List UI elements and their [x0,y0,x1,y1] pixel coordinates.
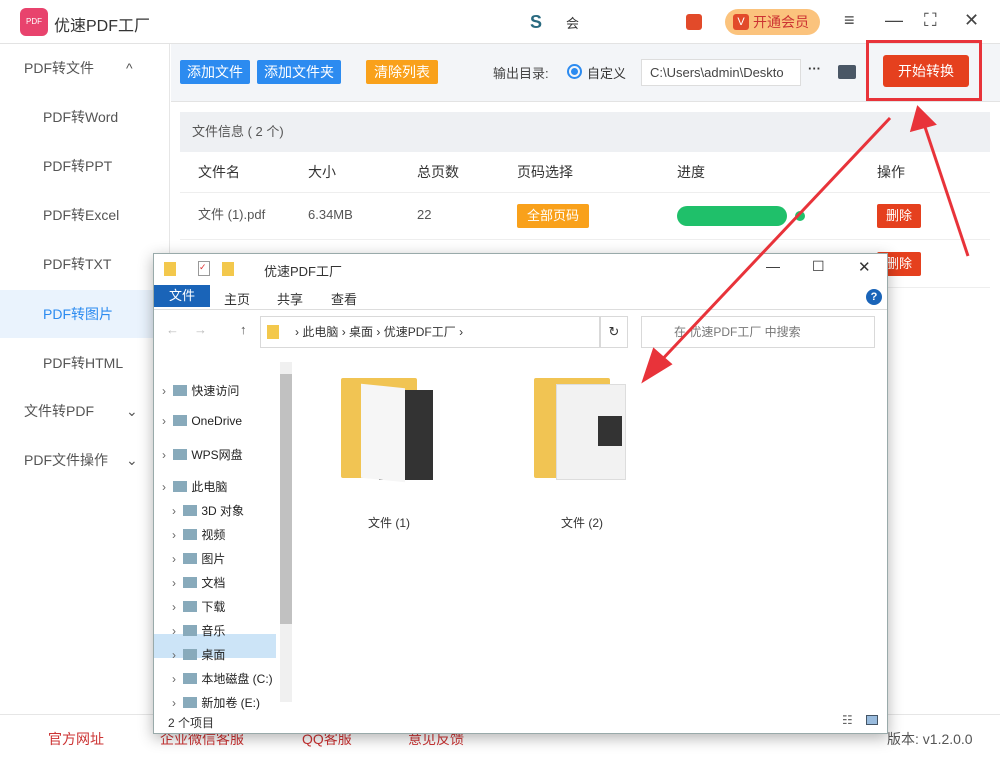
annotation-arrows [0,0,1000,760]
arrow-line [656,118,890,366]
arrow-line [924,124,968,256]
arrow-head [912,108,934,130]
